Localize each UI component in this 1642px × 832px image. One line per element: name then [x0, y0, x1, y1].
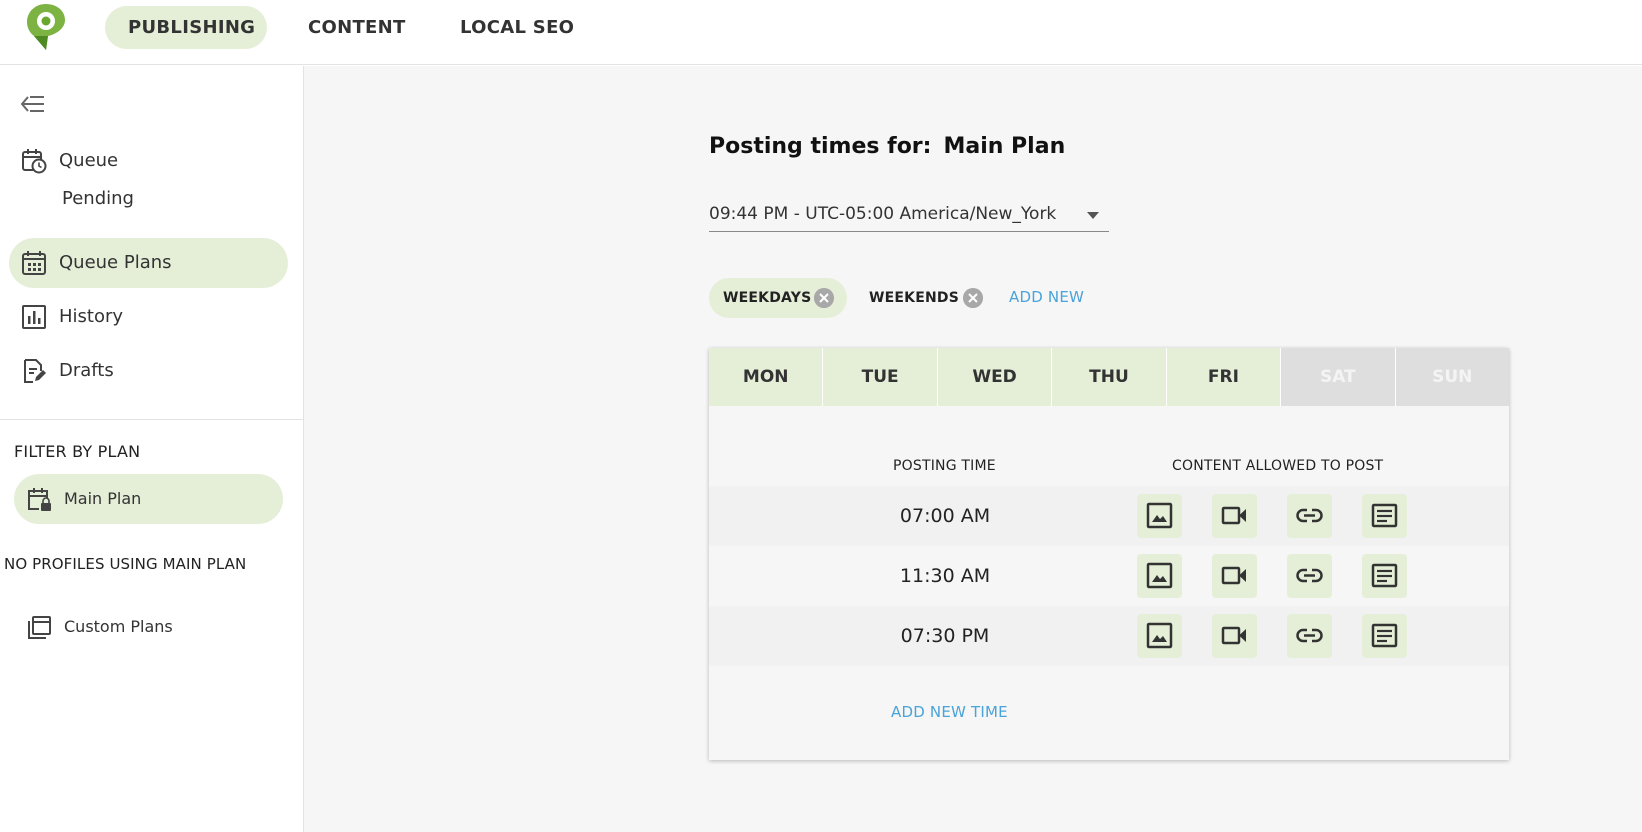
plan-filter-main-plan[interactable]: Main Plan	[14, 474, 283, 524]
timezone-value: 09:44 PM - UTC-05:00 America/New_York	[709, 204, 1057, 224]
add-new-time-button[interactable]: ADD NEW TIME	[891, 703, 1008, 721]
posting-time-row: 11:30 AM	[709, 546, 1509, 606]
content-type-text-toggle[interactable]	[1362, 614, 1407, 658]
text-icon	[1371, 563, 1398, 588]
calendar-lock-icon	[28, 488, 51, 511]
sidebar-item-label: Drafts	[59, 360, 114, 381]
video-icon	[1221, 626, 1246, 645]
day-selector: MON TUE WED THU FRI SAT SUN	[709, 348, 1509, 406]
content-type-video-toggle[interactable]	[1212, 614, 1257, 658]
posting-time-value[interactable]: 07:30 PM	[869, 606, 1021, 666]
posting-time-value[interactable]: 07:00 AM	[869, 486, 1021, 546]
app-root: PUBLISHING CONTENT LOCAL SEO Queue Pendi…	[0, 0, 1642, 832]
sidebar-item-label: Queue	[59, 150, 119, 171]
day-sun[interactable]: SUN	[1395, 348, 1509, 406]
day-thu[interactable]: THU	[1052, 348, 1167, 406]
image-icon	[1146, 622, 1173, 649]
plan-label: Main Plan	[64, 489, 142, 508]
sidebar-item-drafts[interactable]: Drafts	[9, 346, 288, 396]
tab-local-seo[interactable]: LOCAL SEO	[437, 6, 597, 49]
day-fri[interactable]: FRI	[1166, 348, 1282, 406]
image-icon	[1146, 562, 1173, 589]
video-icon	[1221, 566, 1246, 585]
column-header-posting-time: POSTING TIME	[893, 458, 996, 474]
schedule-chip-weekdays[interactable]: WEEKDAYS	[709, 278, 847, 318]
posting-time-row: 07:00 AM	[709, 486, 1509, 546]
sidebar-divider	[0, 419, 303, 420]
title-plan-name: Main Plan	[943, 134, 1066, 159]
link-icon	[1296, 508, 1323, 523]
custom-plans-label: Custom Plans	[64, 617, 173, 636]
posting-time-row: 07:30 PM	[709, 606, 1509, 666]
link-icon	[1296, 568, 1323, 583]
content-type-link-toggle[interactable]	[1287, 614, 1332, 658]
tab-publishing[interactable]: PUBLISHING	[105, 6, 267, 49]
content-type-link-toggle[interactable]	[1287, 494, 1332, 538]
sidebar-item-pending[interactable]: Pending	[62, 188, 134, 209]
day-tue[interactable]: TUE	[823, 348, 938, 406]
text-icon	[1371, 623, 1398, 648]
bar-chart-icon	[22, 305, 46, 329]
sidebar-item-queue[interactable]: Queue	[9, 136, 288, 186]
sidebar-item-label: Queue Plans	[59, 252, 172, 273]
day-wed[interactable]: WED	[937, 348, 1053, 406]
add-new-schedule-button[interactable]: ADD NEW	[1009, 288, 1084, 306]
schedule-chip-weekends[interactable]: WEEKENDS	[855, 278, 993, 318]
image-icon	[1146, 502, 1173, 529]
no-profiles-notice: NO PROFILES USING MAIN PLAN	[4, 555, 247, 573]
title-prefix: Posting times for:	[709, 134, 932, 159]
brand-logo-icon[interactable]	[24, 2, 68, 52]
close-icon[interactable]	[814, 288, 834, 308]
sidebar-item-queue-plans[interactable]: Queue Plans	[9, 238, 288, 288]
calendar-clock-icon	[22, 149, 47, 174]
column-header-content-allowed: CONTENT ALLOWED TO POST	[1172, 458, 1384, 474]
content-type-text-toggle[interactable]	[1362, 554, 1407, 598]
main-content: Posting times for: Main Plan 09:44 PM - U…	[304, 66, 1642, 832]
sidebar: Queue Pending Queue Plans History Drafts…	[0, 66, 304, 832]
content-type-image-toggle[interactable]	[1137, 614, 1182, 658]
tab-content[interactable]: CONTENT	[285, 6, 429, 49]
chevron-down-icon	[1087, 212, 1099, 219]
custom-plans-link[interactable]: Custom Plans	[14, 602, 283, 652]
day-mon[interactable]: MON	[709, 348, 824, 406]
chip-label: WEEKENDS	[869, 290, 960, 306]
stacked-calendars-icon	[28, 616, 51, 639]
content-type-text-toggle[interactable]	[1362, 494, 1407, 538]
posting-time-value[interactable]: 11:30 AM	[869, 546, 1021, 606]
close-icon[interactable]	[963, 288, 983, 308]
video-icon	[1221, 506, 1246, 525]
sidebar-item-label: History	[59, 306, 124, 327]
day-sat[interactable]: SAT	[1281, 348, 1396, 406]
text-icon	[1371, 503, 1398, 528]
top-navigation: PUBLISHING CONTENT LOCAL SEO	[0, 0, 1642, 65]
edit-document-icon	[24, 359, 46, 383]
link-icon	[1296, 628, 1323, 643]
chip-label: WEEKDAYS	[723, 290, 812, 306]
sidebar-item-history[interactable]: History	[9, 292, 288, 342]
content-type-video-toggle[interactable]	[1212, 494, 1257, 538]
page-title: Posting times for: Main Plan	[709, 134, 1065, 159]
timezone-select[interactable]: 09:44 PM - UTC-05:00 America/New_York	[709, 200, 1109, 232]
content-type-video-toggle[interactable]	[1212, 554, 1257, 598]
content-type-image-toggle[interactable]	[1137, 554, 1182, 598]
schedule-card: MON TUE WED THU FRI SAT SUN POSTING TIME…	[709, 348, 1509, 760]
content-type-link-toggle[interactable]	[1287, 554, 1332, 598]
calendar-grid-icon	[22, 251, 46, 275]
content-type-image-toggle[interactable]	[1137, 494, 1182, 538]
filter-by-plan-heading: FILTER BY PLAN	[14, 442, 141, 461]
collapse-sidebar-icon[interactable]	[20, 95, 46, 113]
